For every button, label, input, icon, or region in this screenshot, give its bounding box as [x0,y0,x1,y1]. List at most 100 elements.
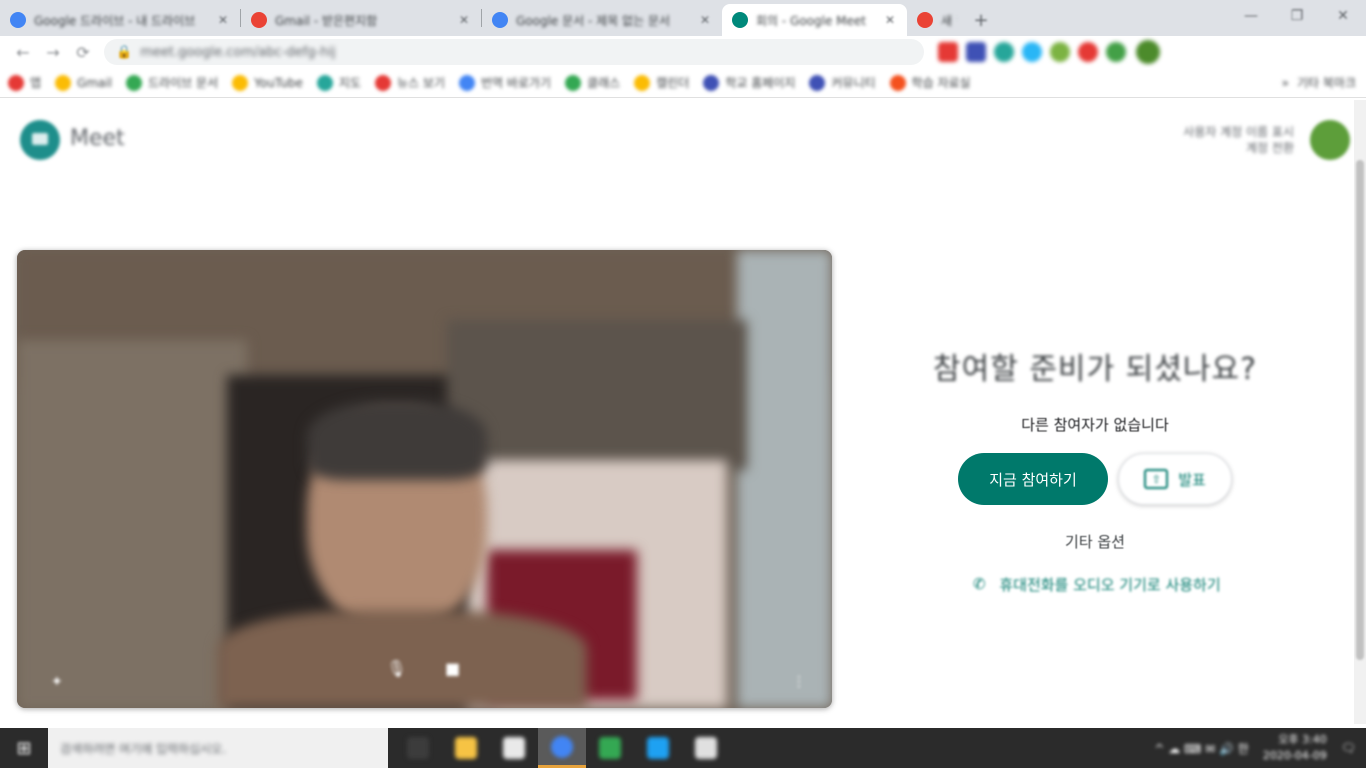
tab-favicon-icon [492,12,508,28]
browser-tab[interactable]: Google 드라이브 - 내 드라이브 ✕ [0,4,240,36]
bookmark-label: 커뮤니티 [831,76,876,90]
bookmark-label: YouTube [254,75,303,90]
tray-date: 2020-04-09 [1262,749,1327,762]
video-controls: 🎙 ■ [17,628,832,708]
bookmark-item[interactable]: 학습 자료실 [889,74,971,91]
scrollbar-thumb[interactable] [1356,160,1364,660]
bookmark-item[interactable]: 드라이브 문서 [126,74,218,91]
start-button-icon[interactable]: ⊞ [0,728,48,768]
join-title: 참여할 준비가 되셨나요? [933,352,1257,387]
app-icon[interactable] [682,728,730,768]
bookmark-item[interactable]: 학교 홈페이지 [703,74,795,91]
extension-icon[interactable] [1106,42,1126,62]
present-screen-icon: ⇧ [1144,469,1169,489]
more-options-icon[interactable]: ⋮ [792,674,812,694]
bookmark-label: 드라이브 문서 [148,76,219,90]
bookmark-item[interactable]: 클래스 [565,74,620,91]
tray-time: 오후 3:40 [1278,733,1327,746]
bookmark-label: 클래스 [587,76,621,90]
bookmark-favicon-icon [565,74,582,91]
bookmark-item[interactable]: 번역 바로가기 [459,74,551,91]
other-bookmarks[interactable]: 기타 북마크 [1297,74,1356,91]
camera-icon[interactable]: ■ [436,651,470,685]
bookmark-item[interactable]: 캘린더 [634,74,689,91]
bookmark-label: 번역 바로가기 [481,76,552,90]
extension-icon[interactable] [994,42,1014,62]
extension-icon[interactable] [966,42,986,62]
microphone-icon[interactable]: 🎙 [380,651,414,685]
task-view-icon[interactable] [394,728,442,768]
tab-close-icon[interactable]: ✕ [698,13,712,27]
browser-profile-avatar[interactable] [1136,40,1160,64]
address-bar[interactable]: 🔒 meet.google.com/abc-defg-hij [104,39,924,65]
extension-icon[interactable] [938,42,958,62]
browser-toolbar: ← → ⟳ 🔒 meet.google.com/abc-defg-hij [0,36,1366,68]
use-phone-audio-link[interactable]: ✆ 휴대전화를 오디오 기기로 사용하기 [900,574,1290,595]
bookmark-favicon-icon [809,74,826,91]
bookmarks-more-icon[interactable]: » [1282,76,1289,90]
tab-close-icon[interactable]: ✕ [883,13,897,27]
other-options-heading: 기타 옵션 [1065,533,1125,551]
tray-icons[interactable]: ^ ☁ ⌨ ✉ 🔊 한 [1154,740,1248,757]
phone-audio-icon: ✆ [973,574,986,593]
bookmark-favicon-icon [316,74,333,91]
bookmark-favicon-icon [375,74,392,91]
new-tab-icon[interactable]: + [967,4,995,36]
meet-product-name: Meet [70,126,125,151]
account-switch-link[interactable]: 계정 전환 [1183,140,1294,156]
window-controls: — ❐ ✕ [1228,0,1366,32]
account-info: 사용자 계정 이름 표시 계정 전환 [1183,124,1294,156]
extension-icon[interactable] [1078,42,1098,62]
tab-close-icon[interactable]: ✕ [457,13,471,27]
join-now-button[interactable]: 지금 참여하기 [958,453,1108,505]
tab-close-icon[interactable]: ✕ [216,13,230,27]
tray-clock[interactable]: 오후 3:40 2020-04-09 [1263,732,1327,764]
browser-tab[interactable]: Google 문서 - 제목 없는 문서 ✕ [482,4,722,36]
bookmark-favicon-icon [126,74,143,91]
present-button[interactable]: ⇧ 발표 [1118,453,1232,505]
extension-icon[interactable] [1022,42,1042,62]
browser-tab-active[interactable]: 회의 - Google Meet ✕ [722,4,907,36]
taskbar-search-input[interactable]: 검색하려면 여기에 입력하십시오. [48,728,388,768]
video-person-hair [307,400,487,480]
bookmark-favicon-icon [703,74,720,91]
join-panel: 참여할 준비가 되셨나요? 다른 참여자가 없습니다 지금 참여하기 ⇧ 발표 … [900,330,1290,595]
minimize-icon[interactable]: — [1228,0,1274,32]
close-window-icon[interactable]: ✕ [1320,0,1366,32]
forward-icon[interactable]: → [38,38,68,66]
back-icon[interactable]: ← [8,38,38,66]
bookmark-item[interactable]: Gmail [55,74,113,91]
page-scrollbar[interactable] [1354,100,1366,724]
bookmark-item[interactable]: 커뮤니티 [809,74,876,91]
app-icon[interactable] [490,728,538,768]
bookmark-item[interactable]: 앱 [8,74,41,91]
browser-tab-strip: Google 드라이브 - 내 드라이브 ✕ Gmail - 받은편지함 ✕ G… [0,0,1366,36]
tab-title: Google 문서 - 제목 없는 문서 [516,13,671,28]
lock-icon: 🔒 [116,44,133,60]
visual-effects-icon[interactable]: ✦ [51,674,71,694]
notification-icon[interactable]: 🗨 [1341,741,1356,755]
meet-logo-icon[interactable] [20,120,60,160]
bookmark-item[interactable]: 뉴스 보기 [375,74,445,91]
app-icon[interactable] [586,728,634,768]
app-glyph [503,737,525,759]
tab-title: Google 드라이브 - 내 드라이브 [34,13,196,28]
present-button-label: 발표 [1178,470,1206,489]
bookmark-item[interactable]: 지도 [316,74,361,91]
account-avatar[interactable] [1310,120,1350,160]
browser-tab[interactable]: Gmail - 받은편지함 ✕ [241,4,481,36]
app-glyph [455,737,477,759]
reload-icon[interactable]: ⟳ [68,38,98,66]
chrome-icon[interactable] [538,728,586,768]
bookmark-label: 캘린더 [656,76,690,90]
bookmark-label: Gmail [77,75,113,90]
extension-icon[interactable] [1050,42,1070,62]
bookmark-item[interactable]: YouTube [232,74,303,91]
maximize-icon[interactable]: ❐ [1274,0,1320,32]
tab-title: 회의 - Google Meet [756,13,866,28]
bookmark-favicon-icon [634,74,651,91]
file-explorer-icon[interactable] [442,728,490,768]
app-glyph [695,737,717,759]
app-icon[interactable] [634,728,682,768]
browser-tab[interactable]: 새 탭 [907,4,967,36]
